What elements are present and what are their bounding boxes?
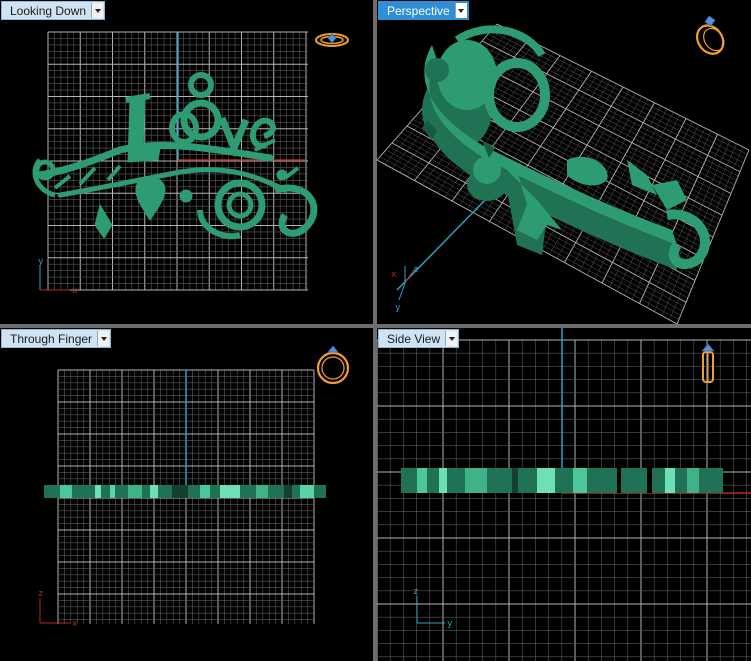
viewport-label: Looking Down xyxy=(10,3,87,18)
love-model-top xyxy=(32,72,318,240)
love-model-perspective xyxy=(422,25,710,270)
ring-front-icon[interactable] xyxy=(316,345,350,385)
side-view-canvas[interactable]: z y xyxy=(377,328,751,661)
axis-label-z: z xyxy=(413,587,418,597)
front-view-canvas[interactable]: z x xyxy=(0,328,373,661)
axis-label-x: x xyxy=(391,270,397,280)
axis-triad-top: y x xyxy=(38,257,78,296)
ring-side-icon[interactable] xyxy=(701,343,715,383)
axis-triad-side: z y xyxy=(413,587,453,629)
viewport-tab-perspective[interactable]: Perspective xyxy=(378,1,469,20)
viewport-label: Perspective xyxy=(387,3,450,18)
top-view-canvas[interactable]: y x xyxy=(0,0,373,324)
viewport-looking-down[interactable]: Looking Down y x xyxy=(0,0,373,324)
viewport-dropdown-icon[interactable] xyxy=(97,331,110,346)
love-model-side xyxy=(401,468,723,493)
axis-label-y: y xyxy=(38,257,44,267)
axis-label-x: x xyxy=(72,619,78,629)
perspective-canvas[interactable]: x z y xyxy=(377,0,751,324)
viewport-tab-looking-down[interactable]: Looking Down xyxy=(1,1,106,20)
axis-label-z: z xyxy=(38,589,43,599)
y-axis-line xyxy=(396,195,490,291)
axis-label-z: z xyxy=(413,265,418,275)
grid xyxy=(377,339,751,661)
viewport-dropdown-icon[interactable] xyxy=(454,3,467,18)
viewport-tab-side-view[interactable]: Side View xyxy=(378,329,460,348)
ring-perspective-icon[interactable] xyxy=(692,15,729,59)
axis-label-y: y xyxy=(447,619,453,629)
love-model-front xyxy=(44,485,326,498)
viewport-perspective[interactable]: Perspective x z y xyxy=(377,0,751,324)
viewport-tab-through-finger[interactable]: Through Finger xyxy=(1,329,112,348)
viewport-label: Through Finger xyxy=(10,331,93,346)
viewport-side-view[interactable]: Side View z y xyxy=(377,328,751,661)
viewport-label: Side View xyxy=(387,331,441,346)
ring-top-icon[interactable] xyxy=(315,33,349,47)
axis-label-y: y xyxy=(395,303,401,313)
viewport-dropdown-icon[interactable] xyxy=(91,3,104,18)
axis-triad-perspective: x z y xyxy=(391,265,418,313)
viewport-dropdown-icon[interactable] xyxy=(445,331,458,346)
viewport-through-finger[interactable]: Through Finger z x xyxy=(0,328,373,661)
axis-label-x: x xyxy=(72,286,78,296)
